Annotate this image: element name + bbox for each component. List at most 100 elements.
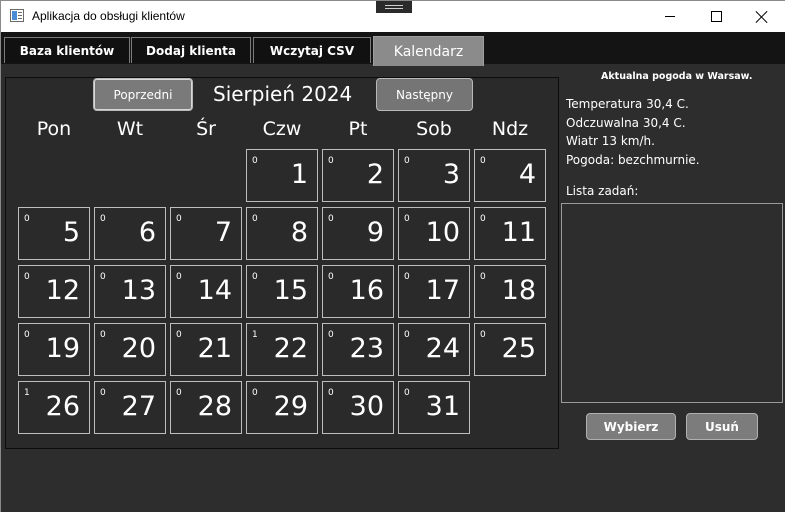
tab-baza-klientow[interactable]: Baza klientów — [4, 37, 130, 63]
weekday-label: Sob — [416, 118, 452, 140]
day-task-count: 0 — [404, 388, 410, 398]
calendar-day-cell[interactable]: 0 15 — [246, 265, 318, 318]
day-number: 17 — [425, 275, 460, 306]
day-task-count: 0 — [404, 156, 410, 166]
calendar-day-cell[interactable]: 0 16 — [322, 265, 394, 318]
weekday-label: Pt — [348, 118, 368, 140]
calendar-day-cell[interactable]: 0 20 — [94, 323, 166, 376]
calendar-day-cell[interactable]: 02 — [322, 149, 394, 202]
calendar-day-cell[interactable]: 0 27 — [94, 381, 166, 434]
day-number: 27 — [121, 391, 156, 422]
minimize-button[interactable] — [647, 1, 693, 32]
calendar-day-cell[interactable]: 0 30 — [322, 381, 394, 434]
day-task-count: 0 — [404, 272, 410, 282]
calendar-day-cell[interactable]: 0 31 — [398, 381, 470, 434]
weather-condition: Pogoda: bezchmurnie. — [566, 153, 700, 167]
delete-task-button[interactable]: Usuń — [686, 413, 758, 440]
calendar-day-cell[interactable]: 0 11 — [474, 207, 546, 260]
weather-wind: Wiatr 13 km/h. — [566, 134, 655, 148]
day-number: 10 — [425, 217, 460, 248]
calendar-day-cell[interactable]: 0 18 — [474, 265, 546, 318]
select-task-button[interactable]: Wybierz — [586, 413, 676, 440]
day-number: 11 — [501, 217, 536, 248]
close-button[interactable] — [739, 1, 785, 32]
calendar-day-cell[interactable]: 08 — [246, 207, 318, 260]
weekday-label: Czw — [262, 118, 302, 140]
day-number: 6 — [138, 217, 156, 248]
day-task-count: 0 — [252, 214, 258, 224]
calendar-day-cell[interactable]: 0 24 — [398, 323, 470, 376]
weather-feels-like: Odczuwalna 30,4 C. — [566, 116, 686, 130]
day-number: 3 — [442, 159, 460, 190]
calendar-day-cell[interactable]: 1 26 — [18, 381, 90, 434]
day-task-count: 0 — [100, 330, 106, 340]
day-task-count: 0 — [24, 330, 30, 340]
day-number: 14 — [197, 275, 232, 306]
day-task-count: 0 — [252, 388, 258, 398]
day-number: 2 — [366, 159, 384, 190]
minimize-icon — [665, 16, 675, 17]
grip-handle-icon[interactable] — [376, 1, 412, 13]
maximize-button[interactable] — [693, 1, 739, 32]
day-number: 21 — [197, 333, 232, 364]
app-window: Aplikacja do obsługi klientów Baza klien… — [0, 0, 785, 512]
calendar-day-cell[interactable]: 0 28 — [170, 381, 242, 434]
calendar-day-cell[interactable]: 03 — [398, 149, 470, 202]
weekday-label: Pon — [36, 118, 72, 140]
weather-temperature: Temperatura 30,4 C. — [566, 97, 689, 111]
day-number: 5 — [62, 217, 80, 248]
day-number: 8 — [290, 217, 308, 248]
day-task-count: 0 — [328, 214, 334, 224]
calendar-day-cell[interactable]: 0 19 — [18, 323, 90, 376]
calendar-day-cell[interactable]: 09 — [322, 207, 394, 260]
calendar-day-cell[interactable]: 06 — [94, 207, 166, 260]
month-title: Sierpień 2024 — [213, 82, 353, 106]
day-task-count: 1 — [24, 388, 30, 398]
calendar-day-cell[interactable]: 0 23 — [322, 323, 394, 376]
day-number: 25 — [501, 333, 536, 364]
tab-wczytaj-csv[interactable]: Wczytaj CSV — [253, 37, 371, 63]
day-number: 28 — [197, 391, 232, 422]
weekday-label: Śr — [196, 118, 216, 140]
day-number: 22 — [273, 333, 308, 364]
calendar-day-cell[interactable]: 07 — [170, 207, 242, 260]
calendar-day-cell[interactable]: 0 12 — [18, 265, 90, 318]
day-number: 7 — [214, 217, 232, 248]
day-number: 4 — [518, 159, 536, 190]
calendar-day-cell[interactable]: 04 — [474, 149, 546, 202]
close-icon — [756, 11, 768, 23]
day-task-count: 0 — [328, 330, 334, 340]
day-task-count: 0 — [480, 272, 486, 282]
calendar-day-cell[interactable]: 0 21 — [170, 323, 242, 376]
calendar-day-cell[interactable]: 05 — [18, 207, 90, 260]
calendar-day-cell[interactable]: 0 14 — [170, 265, 242, 318]
day-number: 29 — [273, 391, 308, 422]
day-task-count: 0 — [24, 272, 30, 282]
title-bar[interactable]: Aplikacja do obsługi klientów — [1, 1, 785, 32]
day-number: 1 — [290, 159, 308, 190]
day-task-count: 0 — [100, 388, 106, 398]
tab-dodaj-klienta[interactable]: Dodaj klienta — [131, 37, 251, 63]
day-number: 19 — [45, 333, 80, 364]
calendar-day-cell[interactable]: 0 29 — [246, 381, 318, 434]
calendar-day-cell[interactable]: 0 25 — [474, 323, 546, 376]
next-month-button[interactable]: Następny — [376, 78, 473, 111]
calendar-day-cell[interactable]: 0 17 — [398, 265, 470, 318]
day-task-count: 0 — [404, 214, 410, 224]
day-task-count: 0 — [176, 388, 182, 398]
calendar-day-cell[interactable]: 1 22 — [246, 323, 318, 376]
app-icon — [10, 9, 24, 22]
day-number: 20 — [121, 333, 156, 364]
calendar-day-cell[interactable]: 0 10 — [398, 207, 470, 260]
task-list[interactable] — [561, 203, 783, 403]
maximize-icon — [710, 11, 722, 22]
previous-month-button[interactable]: Poprzedni — [93, 78, 193, 111]
calendar-day-cell[interactable]: 0 13 — [94, 265, 166, 318]
day-task-count: 0 — [100, 272, 106, 282]
tab-kalendarz[interactable]: Kalendarz — [373, 36, 484, 66]
weekday-label: Ndz — [491, 118, 529, 140]
calendar-day-cell[interactable]: 01 — [246, 149, 318, 202]
day-number: 13 — [121, 275, 156, 306]
day-task-count: 0 — [100, 214, 106, 224]
day-number: 26 — [45, 391, 80, 422]
